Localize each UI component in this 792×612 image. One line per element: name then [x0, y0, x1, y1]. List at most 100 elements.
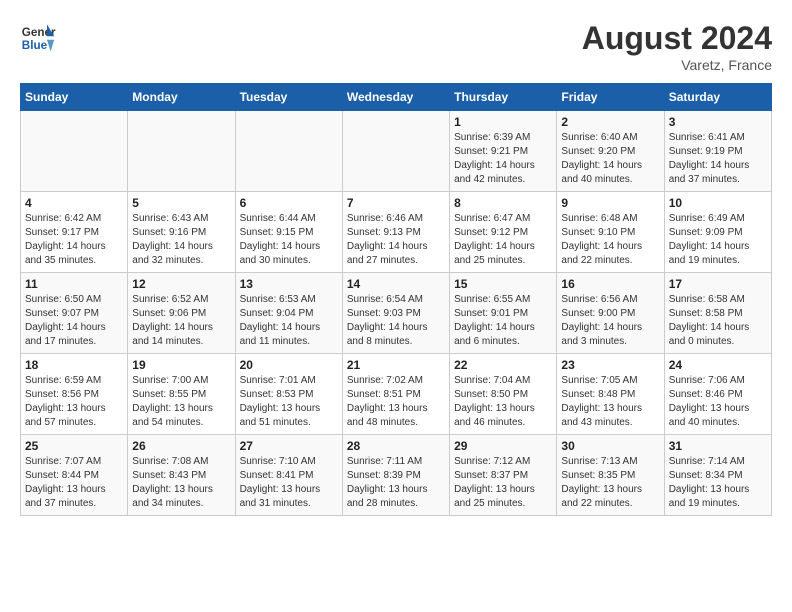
- calendar-body: 1 Sunrise: 6:39 AM Sunset: 9:21 PM Daylig…: [21, 111, 772, 516]
- calendar-cell: [128, 111, 235, 192]
- weekday-header-cell: Tuesday: [235, 84, 342, 111]
- calendar-cell: 11Sunrise: 6:50 AM Sunset: 9:07 PM Dayli…: [21, 273, 128, 354]
- day-number: 15: [454, 277, 552, 291]
- calendar-cell: 1 Sunrise: 6:39 AM Sunset: 9:21 PM Daylig…: [450, 111, 557, 192]
- calendar-cell: 23 Sunrise: 7:05 AM Sunset: 8:48 PM Dayli…: [557, 354, 664, 435]
- calendar-cell: [342, 111, 449, 192]
- day-number: 21: [347, 358, 445, 372]
- day-number: 1: [454, 115, 552, 129]
- calendar-cell: 19 Sunrise: 7:00 AM Sunset: 8:55 PM Dayli…: [128, 354, 235, 435]
- day-detail: Sunrise: 7:12 AM Sunset: 8:37 PM Dayligh…: [454, 455, 552, 511]
- day-detail: Sunrise: 6:41 AM Sunset: 9:19 PM Dayligh…: [669, 131, 767, 187]
- calendar-cell: 17 Sunrise: 6:58 AM Sunset: 8:58 PM Dayli…: [664, 273, 771, 354]
- calendar-cell: 4Sunrise: 6:42 AM Sunset: 9:17 PM Daylig…: [21, 192, 128, 273]
- day-number: 31: [669, 439, 767, 453]
- day-detail: Sunrise: 6:49 AM Sunset: 9:09 PM Dayligh…: [669, 212, 767, 268]
- day-detail: Sunrise: 6:59 AM Sunset: 8:56 PM Dayligh…: [25, 374, 123, 430]
- day-detail: Sunrise: 6:40 AM Sunset: 9:20 PM Dayligh…: [561, 131, 659, 187]
- day-detail: Sunrise: 6:52 AM Sunset: 9:06 PM Dayligh…: [132, 293, 230, 349]
- day-number: 4: [25, 196, 123, 210]
- calendar-week-row: 4Sunrise: 6:42 AM Sunset: 9:17 PM Daylig…: [21, 192, 772, 273]
- day-detail: Sunrise: 6:53 AM Sunset: 9:04 PM Dayligh…: [240, 293, 338, 349]
- calendar-week-row: 18 Sunrise: 6:59 AM Sunset: 8:56 PM Dayli…: [21, 354, 772, 435]
- calendar-cell: 10 Sunrise: 6:49 AM Sunset: 9:09 PM Dayli…: [664, 192, 771, 273]
- page-header: General Blue August 2024 Varetz, France: [20, 20, 772, 73]
- day-number: 8: [454, 196, 552, 210]
- day-number: 10: [669, 196, 767, 210]
- calendar-table: SundayMondayTuesdayWednesdayThursdayFrid…: [20, 83, 772, 516]
- day-detail: Sunrise: 6:48 AM Sunset: 9:10 PM Dayligh…: [561, 212, 659, 268]
- day-detail: Sunrise: 7:04 AM Sunset: 8:50 PM Dayligh…: [454, 374, 552, 430]
- weekday-header-cell: Sunday: [21, 84, 128, 111]
- day-number: 5: [132, 196, 230, 210]
- day-number: 24: [669, 358, 767, 372]
- day-number: 6: [240, 196, 338, 210]
- calendar-week-row: 25Sunrise: 7:07 AM Sunset: 8:44 PM Dayli…: [21, 435, 772, 516]
- day-number: 18: [25, 358, 123, 372]
- weekday-header-cell: Monday: [128, 84, 235, 111]
- calendar-cell: 5 Sunrise: 6:43 AM Sunset: 9:16 PM Daylig…: [128, 192, 235, 273]
- calendar-cell: [235, 111, 342, 192]
- day-number: 11: [25, 277, 123, 291]
- day-detail: Sunrise: 7:14 AM Sunset: 8:34 PM Dayligh…: [669, 455, 767, 511]
- day-detail: Sunrise: 7:10 AM Sunset: 8:41 PM Dayligh…: [240, 455, 338, 511]
- calendar-cell: 29 Sunrise: 7:12 AM Sunset: 8:37 PM Dayli…: [450, 435, 557, 516]
- day-detail: Sunrise: 7:11 AM Sunset: 8:39 PM Dayligh…: [347, 455, 445, 511]
- day-number: 3: [669, 115, 767, 129]
- day-number: 9: [561, 196, 659, 210]
- day-detail: Sunrise: 7:06 AM Sunset: 8:46 PM Dayligh…: [669, 374, 767, 430]
- day-detail: Sunrise: 7:00 AM Sunset: 8:55 PM Dayligh…: [132, 374, 230, 430]
- calendar-cell: 7 Sunrise: 6:46 AM Sunset: 9:13 PM Daylig…: [342, 192, 449, 273]
- day-number: 20: [240, 358, 338, 372]
- svg-text:Blue: Blue: [22, 39, 48, 52]
- weekday-header-row: SundayMondayTuesdayWednesdayThursdayFrid…: [21, 84, 772, 111]
- calendar-cell: 3 Sunrise: 6:41 AM Sunset: 9:19 PM Daylig…: [664, 111, 771, 192]
- calendar-cell: 20 Sunrise: 7:01 AM Sunset: 8:53 PM Dayli…: [235, 354, 342, 435]
- day-detail: Sunrise: 6:47 AM Sunset: 9:12 PM Dayligh…: [454, 212, 552, 268]
- day-number: 27: [240, 439, 338, 453]
- calendar-cell: 21 Sunrise: 7:02 AM Sunset: 8:51 PM Dayli…: [342, 354, 449, 435]
- day-number: 13: [240, 277, 338, 291]
- day-number: 17: [669, 277, 767, 291]
- calendar-cell: 12Sunrise: 6:52 AM Sunset: 9:06 PM Dayli…: [128, 273, 235, 354]
- calendar-cell: [21, 111, 128, 192]
- day-number: 7: [347, 196, 445, 210]
- day-detail: Sunrise: 6:58 AM Sunset: 8:58 PM Dayligh…: [669, 293, 767, 349]
- day-number: 22: [454, 358, 552, 372]
- day-number: 26: [132, 439, 230, 453]
- day-number: 30: [561, 439, 659, 453]
- day-detail: Sunrise: 6:56 AM Sunset: 9:00 PM Dayligh…: [561, 293, 659, 349]
- day-number: 28: [347, 439, 445, 453]
- logo-icon: General Blue: [20, 20, 56, 56]
- day-detail: Sunrise: 6:43 AM Sunset: 9:16 PM Dayligh…: [132, 212, 230, 268]
- day-detail: Sunrise: 6:46 AM Sunset: 9:13 PM Dayligh…: [347, 212, 445, 268]
- calendar-cell: 9 Sunrise: 6:48 AM Sunset: 9:10 PM Daylig…: [557, 192, 664, 273]
- day-detail: Sunrise: 7:02 AM Sunset: 8:51 PM Dayligh…: [347, 374, 445, 430]
- weekday-header-cell: Saturday: [664, 84, 771, 111]
- day-number: 25: [25, 439, 123, 453]
- day-number: 29: [454, 439, 552, 453]
- calendar-week-row: 11Sunrise: 6:50 AM Sunset: 9:07 PM Dayli…: [21, 273, 772, 354]
- day-detail: Sunrise: 7:08 AM Sunset: 8:43 PM Dayligh…: [132, 455, 230, 511]
- calendar-cell: 31 Sunrise: 7:14 AM Sunset: 8:34 PM Dayli…: [664, 435, 771, 516]
- weekday-header-cell: Friday: [557, 84, 664, 111]
- location: Varetz, France: [582, 57, 772, 73]
- calendar-cell: 6Sunrise: 6:44 AM Sunset: 9:15 PM Daylig…: [235, 192, 342, 273]
- day-detail: Sunrise: 6:54 AM Sunset: 9:03 PM Dayligh…: [347, 293, 445, 349]
- calendar-cell: 26 Sunrise: 7:08 AM Sunset: 8:43 PM Dayli…: [128, 435, 235, 516]
- calendar-cell: 27 Sunrise: 7:10 AM Sunset: 8:41 PM Dayli…: [235, 435, 342, 516]
- day-number: 23: [561, 358, 659, 372]
- weekday-header-cell: Wednesday: [342, 84, 449, 111]
- day-detail: Sunrise: 7:13 AM Sunset: 8:35 PM Dayligh…: [561, 455, 659, 511]
- calendar-week-row: 1 Sunrise: 6:39 AM Sunset: 9:21 PM Daylig…: [21, 111, 772, 192]
- calendar-cell: 24 Sunrise: 7:06 AM Sunset: 8:46 PM Dayli…: [664, 354, 771, 435]
- calendar-cell: 28 Sunrise: 7:11 AM Sunset: 8:39 PM Dayli…: [342, 435, 449, 516]
- day-number: 14: [347, 277, 445, 291]
- day-detail: Sunrise: 7:05 AM Sunset: 8:48 PM Dayligh…: [561, 374, 659, 430]
- calendar-cell: 22 Sunrise: 7:04 AM Sunset: 8:50 PM Dayli…: [450, 354, 557, 435]
- calendar-cell: 18 Sunrise: 6:59 AM Sunset: 8:56 PM Dayli…: [21, 354, 128, 435]
- day-number: 19: [132, 358, 230, 372]
- day-detail: Sunrise: 7:01 AM Sunset: 8:53 PM Dayligh…: [240, 374, 338, 430]
- day-number: 2: [561, 115, 659, 129]
- day-detail: Sunrise: 6:39 AM Sunset: 9:21 PM Dayligh…: [454, 131, 552, 187]
